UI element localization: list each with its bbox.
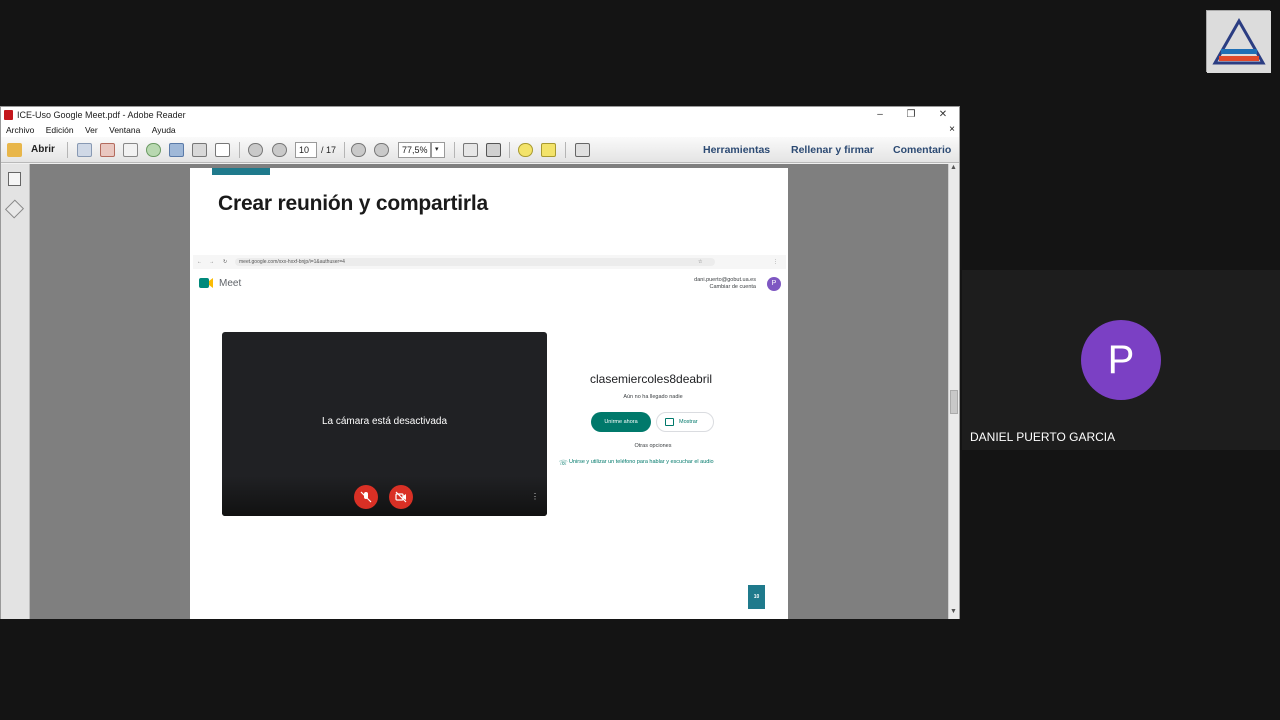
meet-brand: Meet [219,278,242,289]
folder-icon[interactable] [7,143,22,157]
zoom-dropdown-chevron-down-icon[interactable]: ▾ [431,142,445,158]
highlight-icon[interactable] [541,143,556,157]
phone-join-link: ☏ Unirse y utilizar un teléfono para hab… [559,459,714,467]
page-accent-bar [212,168,270,175]
menu-bar: Archivo Edición Ver Ventana Ayuda × [1,123,959,137]
page-number-badge: 10 [748,585,765,609]
attachment-icon[interactable] [4,199,25,219]
more-options-icon: ⋮ [531,492,539,501]
browser-bar: ← → ↻ meet.google.com/xxx-hxxf-bnjp/i=1&… [193,255,786,269]
separator [509,142,510,158]
fit-page-icon[interactable] [463,143,478,157]
fill-sign-link[interactable]: Rellenar y firmar [791,142,874,158]
pdf-page: Crear reunión y compartirla ← → ↻ meet.g… [190,168,788,619]
separator [565,142,566,158]
account-email: dani.puerto@gobut.ua.es [694,277,756,283]
open-button[interactable]: Abrir [31,142,55,158]
participant-tile: P DANIEL PUERTO GARCIA [962,270,1280,450]
screen: ICE-Uso Google Meet.pdf - Adobe Reader –… [0,0,1280,720]
other-options-text: Otras opciones [634,443,672,449]
scroll-down-icon[interactable]: ▼ [950,608,957,615]
institution-logo [1206,10,1271,73]
forward-icon: → [209,259,214,265]
scroll-up-icon[interactable]: ▲ [950,164,957,171]
zoom-out-icon[interactable] [351,143,366,157]
create-pdf-icon[interactable] [77,143,92,157]
close-window-button[interactable]: ✕ [928,107,958,123]
pages-icon[interactable] [8,172,21,186]
meeting-name: clasemiercoles8deabril [590,372,713,386]
phone-icon: ☏ [559,460,568,467]
mic-off-icon [360,491,372,503]
separator [239,142,240,158]
menu-ventana[interactable]: Ventana [109,123,140,137]
navigation-pane [1,164,30,619]
university-logo-icon [1207,11,1271,73]
toolbar: Abrir 10 / 17 77,5% ▾ Herramientas Relle… [1,137,959,163]
restore-button[interactable]: ❐ [896,107,926,123]
window-title: ICE-Uso Google Meet.pdf - Adobe Reader [17,110,186,120]
participant-name: DANIEL PUERTO GARCIA [970,430,1116,444]
print-icon[interactable] [192,143,207,157]
reload-icon: ↻ [223,259,228,265]
save-icon[interactable] [169,143,184,157]
menu-edicion[interactable]: Edición [46,123,74,137]
previous-page-icon[interactable] [248,143,263,157]
edit-icon[interactable] [123,143,138,157]
export-pdf-icon[interactable] [100,143,115,157]
meet-screenshot: ← → ↻ meet.google.com/xxx-hxxf-bnjp/i=1&… [193,255,786,595]
nobody-here-text: Aún no ha llegado nadie [623,394,683,400]
comment-link[interactable]: Comentario [893,142,951,158]
back-icon: ← [197,259,202,265]
camera-off-button [389,485,413,509]
video-gradient [222,476,547,516]
present-button: Mostrar [656,412,714,432]
comment-icon[interactable] [518,143,533,157]
join-now-button: Unirme ahora [591,412,651,432]
fit-width-icon[interactable] [486,143,501,157]
zoom-in-icon[interactable] [374,143,389,157]
account-avatar: P [767,277,781,291]
switch-account-link: Cambiar de cuenta [709,284,756,290]
tools-link[interactable]: Herramientas [703,142,770,158]
menu-ayuda[interactable]: Ayuda [152,123,176,137]
separator [454,142,455,158]
adobe-reader-icon [4,110,13,120]
title-bar: ICE-Uso Google Meet.pdf - Adobe Reader –… [1,107,959,123]
separator [67,142,68,158]
account-info: dani.puerto@gobut.ua.es Cambiar de cuent… [694,277,756,291]
scrollbar-thumb[interactable] [950,390,958,414]
url-bar: meet.google.com/xxx-hxxf-bnjp/i=1&authus… [235,258,715,266]
mic-off-button [354,485,378,509]
document-viewer[interactable]: Crear reunión y compartirla ← → ↻ meet.g… [30,164,948,619]
email-icon[interactable] [215,143,230,157]
menu-archivo[interactable]: Archivo [6,123,34,137]
zoom-input[interactable]: 77,5% [398,142,431,158]
vertical-scrollbar[interactable]: ▲ ▼ [948,164,959,619]
participant-avatar: P [1081,320,1161,400]
separator [344,142,345,158]
close-document-button[interactable]: × [949,123,955,137]
cloud-icon[interactable] [146,143,161,157]
page-total: / 17 [321,145,337,155]
menu-ver[interactable]: Ver [85,123,98,137]
phone-join-label: Unirse y utilizar un teléfono para habla… [569,459,714,465]
star-icon: ☆ [698,259,703,265]
page-number-input[interactable]: 10 [295,142,317,158]
meet-logo-icon [199,278,213,288]
next-page-icon[interactable] [272,143,287,157]
expand-icon[interactable] [575,143,590,157]
minimize-button[interactable]: – [865,107,895,123]
camera-off-icon [395,491,407,503]
present-label: Mostrar [679,419,698,425]
video-preview: La cámara está desactivada ⋮ [222,332,547,516]
page-heading: Crear reunión y compartirla [218,192,489,215]
present-screen-icon [665,418,674,426]
kebab-menu-icon: ⋮ [773,259,778,265]
adobe-reader-window: ICE-Uso Google Meet.pdf - Adobe Reader –… [0,106,960,619]
camera-off-message: La cámara está desactivada [321,416,448,427]
